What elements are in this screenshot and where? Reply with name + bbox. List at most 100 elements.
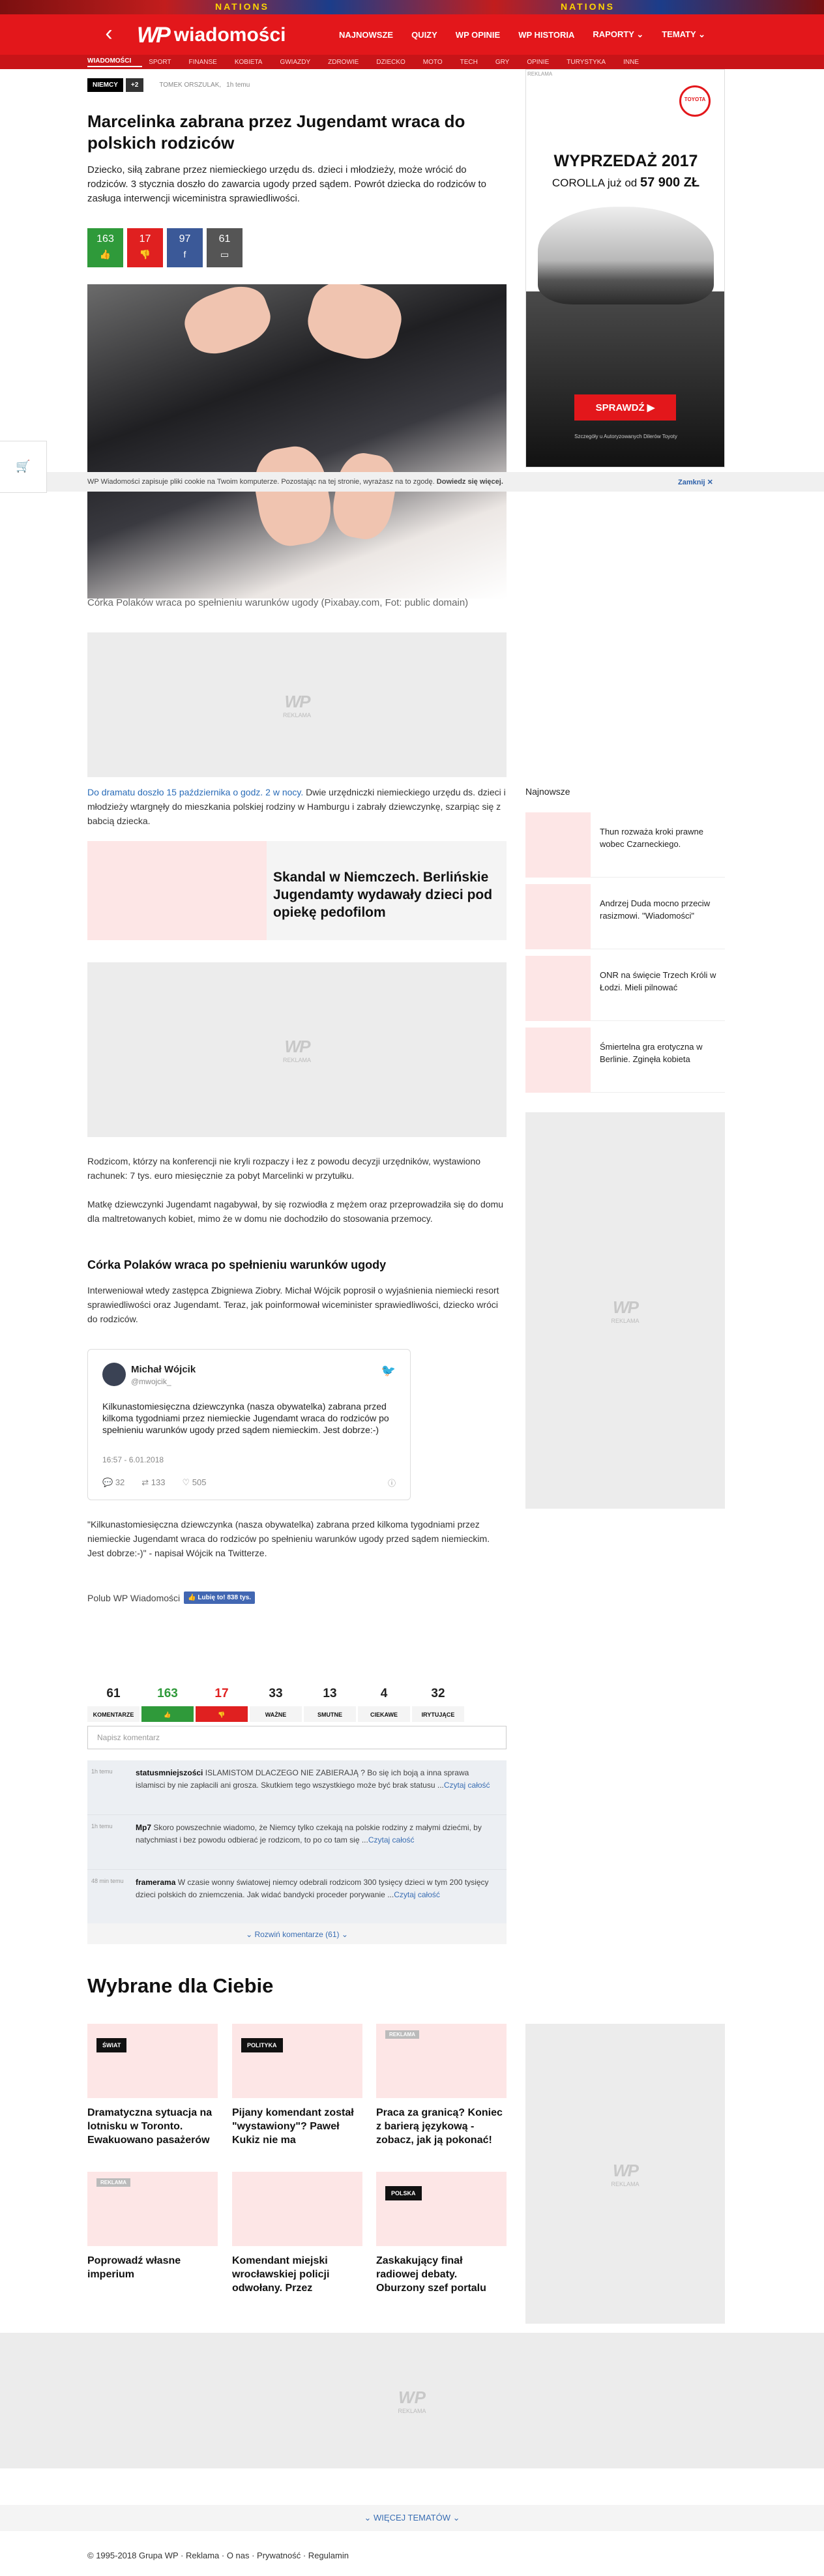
tweet-date[interactable]: 16:57 - 6.01.2018 <box>102 1455 164 1464</box>
paragraph-1-link[interactable]: Do dramatu doszło 15 października o godz… <box>87 787 303 797</box>
paragraph-1: Do dramatu doszło 15 października o godz… <box>87 785 507 828</box>
latest-item[interactable]: Śmiertelna gra erotyczna w Berlinie. Zgi… <box>525 1028 725 1093</box>
facebook-share-button[interactable]: 97 f <box>167 228 203 267</box>
paragraph-5: "Kilkunastomiesięczna dziewczynka (nasza… <box>87 1519 490 1558</box>
info-icon[interactable]: ⓘ <box>388 1477 396 1488</box>
tweet-author[interactable]: Michał Wójcik <box>131 1364 196 1375</box>
read-more-link[interactable]: Czytaj całość <box>368 1835 415 1844</box>
nav-tematy[interactable]: TEMATY ⌄ <box>653 29 714 40</box>
subnav-sport[interactable]: SPORT <box>149 59 182 66</box>
ad-slot-2[interactable]: WP REKLAMA <box>87 962 507 1137</box>
reaction-label: WAŻNE <box>250 1706 302 1722</box>
latest-item[interactable]: ONR na święcie Trzech Króli w Łodzi. Mie… <box>525 956 725 1021</box>
wp-ad-logo: WP <box>613 2160 639 2180</box>
nav-raporty[interactable]: RAPORTY ⌄ <box>583 29 653 40</box>
subnav-wiadomosci[interactable]: WIADOMOŚCI <box>87 57 143 67</box>
nav-wp-historia[interactable]: WP HISTORIA <box>509 30 583 40</box>
more-topics-button[interactable]: ⌄ WIĘCEJ TEMATÓW ⌄ <box>0 2505 824 2531</box>
nav-najnowsze[interactable]: NAJNOWSZE <box>330 30 402 40</box>
pick-card[interactable]: ŚWIAT Dramatyczna sytuacja na lotnisku w … <box>87 2024 218 2147</box>
comment-user[interactable]: framerama <box>136 1878 175 1887</box>
ad-slot-side-2[interactable]: WP REKLAMA <box>525 2024 725 2324</box>
tweet-handle[interactable]: @mwojcik_ <box>131 1377 171 1386</box>
subnav-finanse[interactable]: FINANSE <box>189 59 228 66</box>
latest-item-title: Śmiertelna gra erotyczna w Berlinie. Zgi… <box>600 1042 703 1064</box>
reaction-ciekawe[interactable]: 4 CIEKAWE <box>358 1683 410 1722</box>
subnav-zdrowie[interactable]: ZDROWIE <box>328 59 370 66</box>
reaction-count: 32 <box>431 1687 445 1700</box>
pick-card[interactable]: REKLAMA Poprowadź własne imperium <box>87 2172 218 2281</box>
reaction-comments[interactable]: 61 KOMENTARZE <box>87 1683 140 1722</box>
pick-card[interactable]: POLSKA Zaskakujący finał radiowej debaty.… <box>376 2172 507 2295</box>
cookie-more-link[interactable]: Dowiedz się więcej. <box>437 478 503 486</box>
pick-title: Poprowadź własne imperium <box>87 2255 181 2280</box>
article-tags: NIEMCY +2 TOMEK ORSZULAK, 1h temu <box>87 78 250 92</box>
tweet-reply-button[interactable]: 💬 32 <box>102 1477 125 1488</box>
pick-image: POLSKA <box>376 2172 507 2246</box>
reaction-wazne[interactable]: 33 WAŻNE <box>250 1683 302 1722</box>
related-article[interactable]: Skandal w Niemczech. Berlińskie Jugendam… <box>87 841 507 940</box>
subnav-inne[interactable]: INNE <box>623 59 650 66</box>
subnav-gwiazdy[interactable]: GWIAZDY <box>280 59 321 66</box>
reaction-thumbs-down[interactable]: 17 👎 <box>196 1683 248 1722</box>
ad-slot-side-1[interactable]: WP REKLAMA <box>525 1112 725 1509</box>
site-logo[interactable]: WP wiadomości <box>137 23 286 48</box>
comment-user[interactable]: statusmniejszości <box>136 1768 203 1777</box>
wp-ad-logo: WP <box>284 691 311 711</box>
pick-card[interactable]: Komendant miejski wrocławskiej policji o… <box>232 2172 362 2295</box>
twitter-icon[interactable]: 🐦 <box>381 1364 396 1378</box>
subnav-turystyka[interactable]: TURYSTYKA <box>566 59 617 66</box>
pick-label: REKLAMA <box>385 2030 419 2039</box>
cart-icon[interactable]: 🛒 <box>0 441 47 493</box>
reaction-irytujace[interactable]: 32 IRYTUJĄCE <box>412 1683 464 1722</box>
subnav-dziecko[interactable]: DZIECKO <box>376 59 416 66</box>
comments-count: 61 <box>218 233 231 244</box>
paragraph-3: Matkę dziewczynki Jugendamt nagabywał, b… <box>87 1199 504 1224</box>
promo-banner[interactable]: NATIONS NATIONS <box>0 0 824 14</box>
pick-card[interactable]: POLITYKA Pijany komendant został "wystawi… <box>232 2024 362 2147</box>
cookie-close-button[interactable]: Zamknij ✕ <box>678 478 713 486</box>
subnav-kobieta[interactable]: KOBIETA <box>235 59 274 66</box>
picks-title: Wybrane dla Ciebie <box>87 1974 274 1997</box>
bottom-ad[interactable]: WP REKLAMA <box>0 2333 824 2468</box>
tag-more[interactable]: +2 <box>125 78 144 92</box>
latest-item[interactable]: Andrzej Duda mocno przeciw rasizmowi. "W… <box>525 884 725 949</box>
ad-slot-1[interactable]: WP REKLAMA <box>87 632 507 777</box>
subnav-tech[interactable]: TECH <box>460 59 489 66</box>
expand-comments-button[interactable]: ⌄ Rozwiń komentarze (61) ⌄ <box>87 1923 507 1944</box>
latest-item[interactable]: Thun rozważa kroki prawne wobec Czarneck… <box>525 812 725 878</box>
reaction-count: 163 <box>157 1687 178 1700</box>
top-bar: ‹ WP wiadomości NAJNOWSZE QUIZY WP OPINI… <box>0 14 824 55</box>
embedded-tweet[interactable]: Michał Wójcik @mwojcik_ 🐦 Kilkunastomies… <box>87 1349 411 1500</box>
facebook-like-button[interactable]: 👍 Lubię to! 838 tys. <box>184 1591 256 1604</box>
pick-card[interactable]: REKLAMA Praca za granicą? Koniec z barier… <box>376 2024 507 2147</box>
read-more-link[interactable]: Czytaj całość <box>444 1781 490 1790</box>
subnav-gry[interactable]: GRY <box>495 59 521 66</box>
vote-up-button[interactable]: 163 👍 <box>87 228 123 267</box>
list-item: 1h temu statusmniejszości ISLAMISTOM DLA… <box>87 1760 507 1815</box>
nav-quizy[interactable]: QUIZY <box>402 30 447 40</box>
reaction-bar: 61 KOMENTARZE 163 👍 17 👎 33 WAŻNE 13 SMUTNE 4… <box>87 1683 464 1722</box>
facebook-count: 97 <box>179 233 191 244</box>
tweet-retweet-button[interactable]: ⇄ 133 <box>141 1477 165 1488</box>
tag-niemcy[interactable]: NIEMCY <box>87 78 123 92</box>
back-arrow-icon[interactable]: ‹ <box>96 22 121 47</box>
ad-cta-button[interactable]: SPRAWDŹ ▶ <box>574 394 676 421</box>
nav-wp-opinie[interactable]: WP OPINIE <box>447 30 509 40</box>
read-more-link[interactable]: Czytaj całość <box>394 1890 440 1899</box>
subnav-moto[interactable]: MOTO <box>423 59 454 66</box>
comment-user[interactable]: Mp7 <box>136 1823 151 1832</box>
heart-icon: ♡ <box>182 1477 192 1487</box>
subnav-opinie[interactable]: OPINIE <box>527 59 560 66</box>
logo-text: wiadomości <box>173 24 286 46</box>
toyota-ad[interactable]: REKLAMA TOYOTA WYPRZEDAŻ 2017 COROLLA ju… <box>525 69 725 467</box>
reaction-thumbs-up[interactable]: 163 👍 <box>141 1683 194 1722</box>
comments-button[interactable]: 61 ▭ <box>207 228 243 267</box>
reaction-label: CIEKAWE <box>358 1706 410 1722</box>
vote-down-button[interactable]: 17 👎 <box>127 228 163 267</box>
reaction-smutne[interactable]: 13 SMUTNE <box>304 1683 356 1722</box>
tweet-like-button[interactable]: ♡ 505 <box>183 1477 207 1488</box>
reaction-count: 61 <box>106 1687 121 1700</box>
comment-input[interactable]: Napisz komentarz <box>87 1726 507 1749</box>
facebook-like-label: Polub WP Wiadomości <box>87 1592 181 1603</box>
